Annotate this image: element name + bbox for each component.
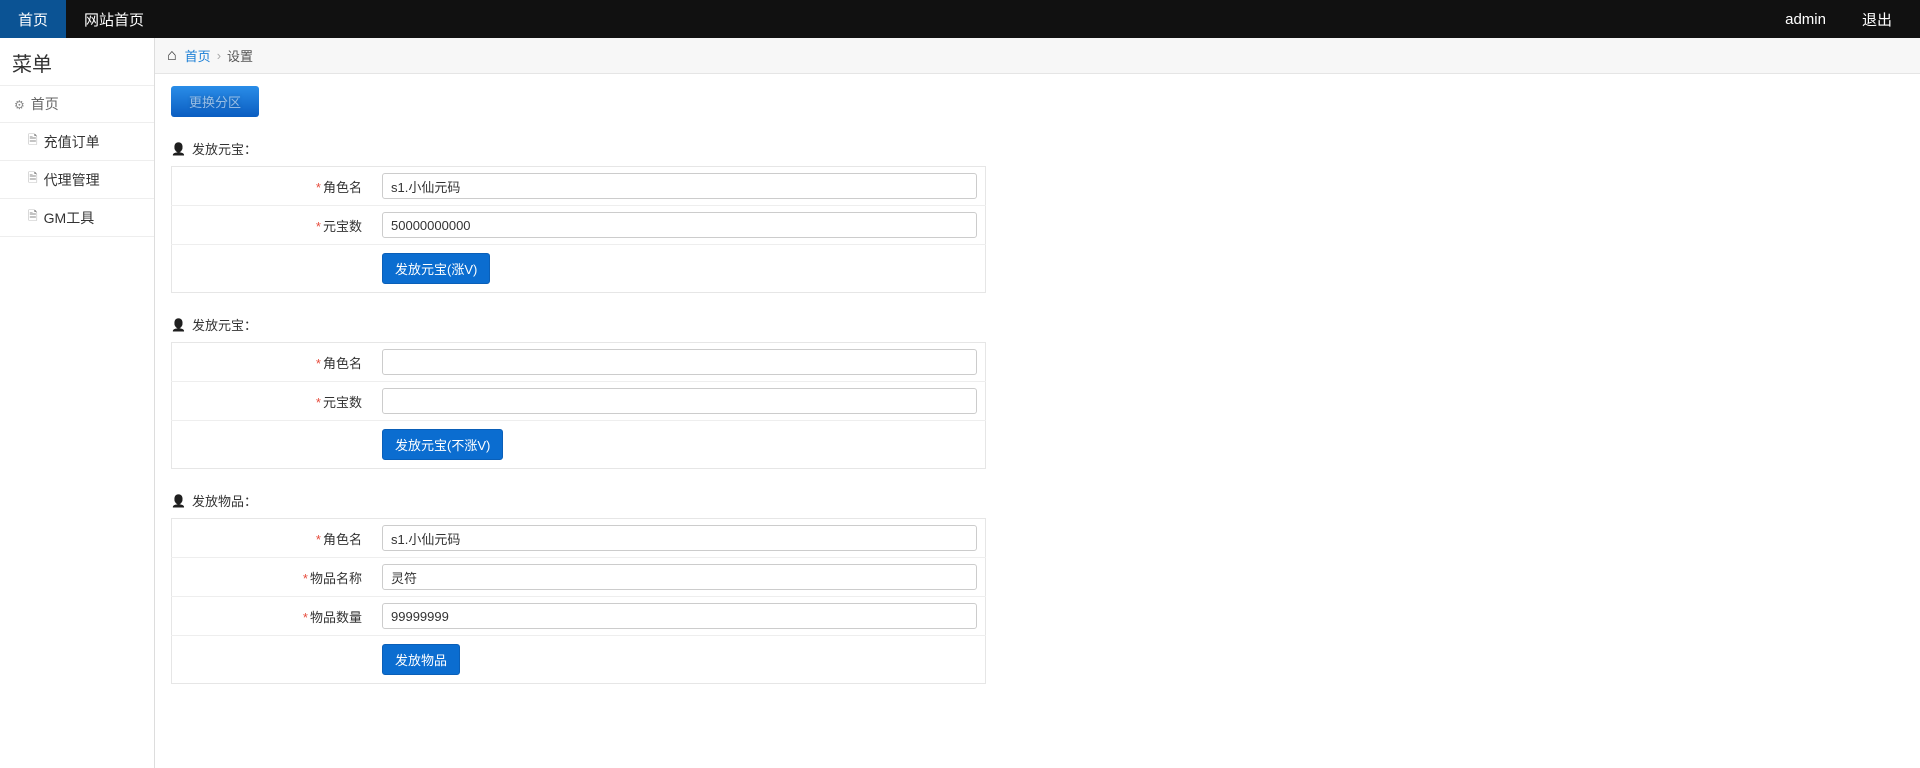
breadcrumb-current: 设置 (227, 46, 253, 65)
file-icon (28, 131, 38, 152)
sidebar-item-agent[interactable]: 代理管理 (0, 161, 154, 199)
home-icon (167, 47, 179, 65)
gear-icon (14, 96, 25, 112)
field-label: 物品名称 (310, 571, 362, 586)
role-name-input-2[interactable] (382, 349, 977, 375)
form-items: *角色名 *物品名称 *物品数量 发放物品 (171, 518, 986, 684)
nav-tab-site-home[interactable]: 网站首页 (66, 0, 162, 38)
field-label: 角色名 (323, 532, 362, 547)
breadcrumb-home-link[interactable]: 首页 (185, 46, 211, 65)
person-icon (171, 317, 186, 332)
sidebar-item-label: 充值订单 (44, 132, 100, 152)
sidebar-item-label: 代理管理 (44, 170, 100, 190)
section-title-text: 发放元宝： (192, 139, 257, 158)
section-title-text: 发放物品： (192, 491, 257, 510)
sidebar-item-recharge[interactable]: 充值订单 (0, 123, 154, 161)
section-title-text: 发放元宝： (192, 315, 257, 334)
form-yuanbao-vip: *角色名 *元宝数 发放元宝(涨V) (171, 166, 986, 293)
sidebar-title: 菜单 (0, 38, 154, 86)
field-label: 元宝数 (323, 395, 362, 410)
sidebar-item-label: GM工具 (44, 208, 95, 228)
send-yuanbao-vip-button[interactable]: 发放元宝(涨V) (382, 253, 490, 284)
section-title-yuanbao-1: 发放元宝： (171, 139, 1904, 158)
nav-tab-home[interactable]: 首页 (0, 0, 66, 38)
person-icon (171, 493, 186, 508)
section-title-items: 发放物品： (171, 491, 1904, 510)
form-yuanbao-novip: *角色名 *元宝数 发放元宝(不涨V) (171, 342, 986, 469)
sidebar-group-home[interactable]: 首页 (0, 86, 154, 123)
file-icon (28, 169, 38, 190)
person-icon (171, 141, 186, 156)
breadcrumb-separator: › (217, 48, 221, 63)
sidebar-item-gm-tools[interactable]: GM工具 (0, 199, 154, 237)
item-name-input[interactable] (382, 564, 977, 590)
top-navbar: 首页 网站首页 admin 退出 (0, 0, 1920, 38)
field-label: 物品数量 (310, 610, 362, 625)
sidebar: 菜单 首页 充值订单 代理管理 GM工具 (0, 38, 155, 768)
main-content: 首页 › 设置 更换分区 发放元宝： *角色名 *元宝数 (155, 38, 1920, 768)
yuanbao-amount-input[interactable] (382, 212, 977, 238)
role-name-input[interactable] (382, 173, 977, 199)
field-label: 角色名 (323, 356, 362, 371)
section-title-yuanbao-2: 发放元宝： (171, 315, 1904, 334)
send-item-button[interactable]: 发放物品 (382, 644, 460, 675)
field-label: 元宝数 (323, 219, 362, 234)
change-zone-button[interactable]: 更换分区 (171, 86, 259, 117)
breadcrumb: 首页 › 设置 (155, 38, 1920, 74)
item-quantity-input[interactable] (382, 603, 977, 629)
file-icon (28, 207, 38, 228)
sidebar-group-label: 首页 (31, 94, 59, 114)
field-label: 角色名 (323, 180, 362, 195)
role-name-input-3[interactable] (382, 525, 977, 551)
nav-logout[interactable]: 退出 (1844, 0, 1910, 38)
yuanbao-amount-input-2[interactable] (382, 388, 977, 414)
nav-user[interactable]: admin (1767, 0, 1844, 38)
send-yuanbao-novip-button[interactable]: 发放元宝(不涨V) (382, 429, 503, 460)
